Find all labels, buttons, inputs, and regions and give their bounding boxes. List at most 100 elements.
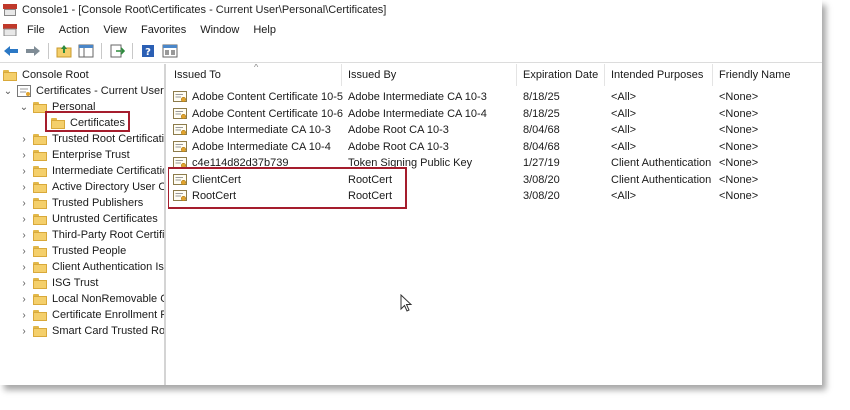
tree-item-trusted-root[interactable]: › Trusted Root Certification Authorities bbox=[19, 131, 165, 147]
tree-label: Smart Card Trusted Roots bbox=[52, 325, 166, 337]
back-arrow-icon[interactable] bbox=[2, 42, 20, 60]
cell-expiration-date: 3/08/20 bbox=[523, 190, 560, 202]
cell-intended-purposes: Client Authentication bbox=[611, 157, 712, 169]
column-header-friendly-name[interactable]: Friendly Name bbox=[713, 64, 822, 86]
cell-issued-to: Adobe Content Certificate 10-5 bbox=[192, 91, 344, 103]
chevron-right-icon[interactable]: › bbox=[19, 278, 29, 289]
cell-friendly-name: <None> bbox=[719, 157, 759, 169]
tree-label: Console Root bbox=[22, 69, 89, 81]
show-hide-tree-icon[interactable] bbox=[77, 42, 95, 60]
certificate-icon bbox=[173, 91, 187, 103]
column-header-intended-purposes[interactable]: Intended Purposes bbox=[605, 64, 713, 86]
chevron-right-icon[interactable]: › bbox=[19, 134, 29, 145]
chevron-right-icon[interactable]: › bbox=[19, 246, 29, 257]
folder-icon bbox=[33, 133, 47, 145]
table-row[interactable]: Adobe Intermediate CA 10-4 Adobe Root CA … bbox=[168, 139, 822, 155]
column-header-issued-by[interactable]: Issued By bbox=[342, 64, 517, 86]
tree-item-trusted-people[interactable]: › Trusted People bbox=[19, 243, 126, 259]
chevron-down-icon[interactable]: ⌄ bbox=[3, 86, 13, 97]
chevron-right-icon[interactable]: › bbox=[19, 326, 29, 337]
cell-expiration-date: 3/08/20 bbox=[523, 173, 560, 186]
cell-intended-purposes: <All> bbox=[611, 107, 637, 120]
chevron-right-icon[interactable]: › bbox=[19, 198, 29, 209]
chevron-right-icon[interactable]: › bbox=[19, 294, 29, 305]
column-header-label: Issued By bbox=[348, 69, 397, 81]
tree-label: Trusted Publishers bbox=[52, 197, 144, 209]
folder-icon bbox=[33, 165, 47, 177]
menu-file[interactable]: File bbox=[21, 24, 53, 36]
cell-issued-by: Adobe Root CA 10-3 bbox=[348, 124, 449, 136]
tree-item-certificate-enrollment[interactable]: › Certificate Enrollment Requests bbox=[19, 307, 164, 323]
tree-label: Certificates - Current User bbox=[36, 85, 164, 97]
menu-action[interactable]: Action bbox=[53, 24, 98, 36]
folder-icon bbox=[3, 69, 17, 81]
tree-item-active-directory-user[interactable]: › Active Directory User Object bbox=[19, 179, 164, 195]
column-header-label: Friendly Name bbox=[719, 69, 791, 81]
folder-icon bbox=[33, 277, 47, 289]
cell-expiration-date: 8/04/68 bbox=[523, 140, 560, 153]
export-list-icon[interactable] bbox=[108, 42, 126, 60]
chevron-right-icon[interactable]: › bbox=[19, 166, 29, 177]
chevron-right-icon[interactable]: › bbox=[19, 230, 29, 241]
tree-item-console-root[interactable]: Console Root bbox=[3, 67, 89, 83]
folder-icon bbox=[33, 181, 47, 193]
cell-expiration-date: 8/18/25 bbox=[523, 107, 560, 120]
chevron-down-icon[interactable]: ⌄ bbox=[19, 102, 29, 113]
certificate-list: ^ Issued To Issued By Expiration Date In… bbox=[168, 64, 822, 385]
toolbar-separator bbox=[132, 42, 133, 59]
tree-item-isg-trust[interactable]: › ISG Trust bbox=[19, 275, 98, 291]
cell-issued-by: Adobe Root CA 10-3 bbox=[348, 140, 449, 153]
folder-icon bbox=[33, 197, 47, 209]
column-header-label: Issued To bbox=[174, 69, 221, 81]
tree-label: Third-Party Root Certification Authoriti… bbox=[52, 229, 165, 241]
tree-item-trusted-publishers[interactable]: › Trusted Publishers bbox=[19, 195, 143, 211]
console-menu-icon[interactable] bbox=[3, 23, 17, 36]
forward-arrow-icon[interactable] bbox=[24, 42, 42, 60]
cell-friendly-name: <None> bbox=[719, 107, 759, 120]
chevron-right-icon[interactable]: › bbox=[19, 150, 29, 161]
table-row[interactable]: Adobe Content Certificate 10-5 Adobe Inte… bbox=[168, 89, 822, 105]
cell-friendly-name: <None> bbox=[719, 140, 759, 153]
chevron-right-icon[interactable]: › bbox=[19, 262, 29, 273]
folder-icon bbox=[33, 325, 47, 337]
tree-label: Certificate Enrollment Requests bbox=[52, 309, 164, 321]
tree-item-untrusted-certificates[interactable]: › Untrusted Certificates bbox=[19, 211, 157, 227]
properties-icon[interactable] bbox=[161, 42, 179, 60]
folder-icon bbox=[33, 245, 47, 257]
folder-icon bbox=[33, 149, 47, 161]
tree-item-local-nonremovable[interactable]: › Local NonRemovable Certificates bbox=[19, 291, 164, 307]
chevron-right-icon[interactable]: › bbox=[19, 310, 29, 321]
column-header-issued-to[interactable]: ^ Issued To bbox=[168, 64, 342, 86]
cell-friendly-name: <None> bbox=[719, 91, 759, 103]
menu-favorites[interactable]: Favorites bbox=[135, 24, 194, 36]
mmc-app-icon bbox=[3, 4, 17, 16]
menu-view[interactable]: View bbox=[97, 24, 135, 36]
chevron-right-icon[interactable]: › bbox=[19, 214, 29, 225]
tree-item-third-party-root[interactable]: › Third-Party Root Certification Authori… bbox=[19, 227, 165, 243]
up-folder-icon[interactable] bbox=[55, 42, 73, 60]
toolbar: ? bbox=[0, 39, 822, 63]
table-row[interactable]: Adobe Intermediate CA 10-3 Adobe Root CA … bbox=[168, 122, 822, 138]
tree-label: Client Authentication Issuers bbox=[52, 261, 164, 273]
tree-item-intermediate-ca[interactable]: › Intermediate Certification Authorities bbox=[19, 163, 164, 179]
certificate-icon bbox=[173, 107, 187, 119]
chevron-right-icon[interactable]: › bbox=[19, 182, 29, 193]
tree-label: Trusted People bbox=[52, 245, 127, 257]
tree-item-certificates-current-user[interactable]: ⌄ Certificates - Current User bbox=[3, 83, 164, 99]
tree-item-enterprise-trust[interactable]: › Enterprise Trust bbox=[19, 147, 130, 163]
help-icon[interactable]: ? bbox=[139, 42, 157, 60]
tree-label: Trusted Root Certification Authorities bbox=[52, 133, 165, 145]
tree-item-smart-card-roots[interactable]: › Smart Card Trusted Roots bbox=[19, 323, 166, 339]
cell-friendly-name: <None> bbox=[719, 190, 759, 202]
menu-help[interactable]: Help bbox=[247, 24, 284, 36]
new-certificates-highlight bbox=[168, 167, 407, 209]
mouse-cursor-icon bbox=[400, 294, 413, 312]
tree-label: Enterprise Trust bbox=[52, 149, 130, 161]
cell-issued-to: Adobe Intermediate CA 10-3 bbox=[192, 124, 331, 136]
menu-window[interactable]: Window bbox=[194, 24, 247, 36]
tree-item-client-auth-issuers[interactable]: › Client Authentication Issuers bbox=[19, 259, 164, 275]
table-row[interactable]: Adobe Content Certificate 10-6 Adobe Inte… bbox=[168, 106, 822, 122]
column-header-expiration-date[interactable]: Expiration Date bbox=[517, 64, 605, 86]
certificate-icon bbox=[173, 140, 187, 152]
cell-intended-purposes: <All> bbox=[611, 124, 637, 136]
